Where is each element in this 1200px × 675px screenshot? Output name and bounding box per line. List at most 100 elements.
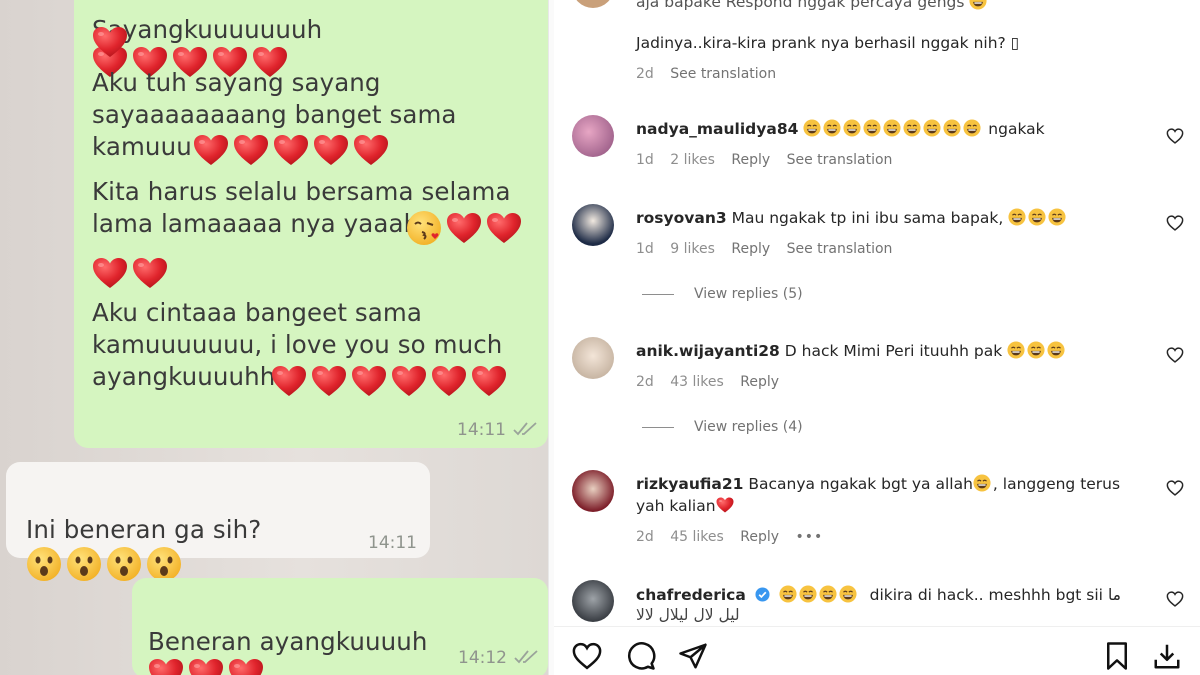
comment-text: ngakak — [988, 120, 1045, 138]
comment-meta: 1d 9 likes Reply See translation — [636, 241, 904, 257]
message-time: 14:11 — [457, 420, 506, 440]
comment-time: 2d — [636, 529, 654, 545]
share-icon[interactable] — [678, 641, 708, 671]
kiss-emoji — [406, 210, 442, 246]
comment-text-cut: aja bapake Respond nggak percaya gengs — [636, 0, 965, 11]
comment-likes[interactable]: 2 likes — [670, 152, 715, 168]
laughing-emoji — [1048, 208, 1066, 226]
comment-text: , langgeng terus — [992, 475, 1121, 493]
avatar[interactable] — [572, 337, 614, 379]
heart-emoji — [148, 658, 184, 675]
heart-emoji — [716, 496, 734, 514]
laughing-emoji — [1008, 208, 1026, 226]
heart-emoji — [351, 365, 387, 397]
laughing-emoji — [839, 585, 857, 603]
like-heart-icon[interactable] — [1166, 480, 1184, 496]
astonished-emoji — [66, 546, 102, 582]
view-replies-label: View replies (4) — [694, 419, 803, 435]
reply-button[interactable]: Reply — [740, 374, 779, 390]
more-options-button[interactable]: ••• — [796, 529, 824, 545]
comment-time: 2d — [636, 66, 654, 82]
reply-button[interactable]: Reply — [740, 529, 779, 545]
comment-text: D hack Mimi Peri ituuhh pak — [784, 342, 1003, 360]
like-heart-icon[interactable] — [1166, 215, 1184, 231]
message-time: 14:11 — [368, 533, 417, 553]
message-line: Beneran ayangkuuuuh — [148, 594, 427, 675]
heart-emoji — [92, 257, 128, 289]
laughing-emoji — [943, 119, 961, 137]
avatar[interactable] — [572, 204, 614, 246]
view-replies-button[interactable]: View replies (5) — [642, 286, 803, 302]
heart-emoji — [486, 212, 522, 244]
laughing-emoji — [1027, 341, 1045, 359]
comment-username[interactable]: rizkyaufia21 — [636, 475, 743, 493]
comment-text: yah kalian — [636, 497, 716, 515]
reply-button[interactable]: Reply — [731, 152, 770, 168]
heart-emoji — [193, 134, 229, 166]
message-text: Beneran ayangkuuuuh — [148, 627, 428, 656]
laughing-emoji — [819, 585, 837, 603]
heart-emoji — [271, 365, 307, 397]
avatar[interactable] — [572, 580, 614, 622]
laughing-emoji — [883, 119, 901, 137]
avatar[interactable] — [572, 470, 614, 512]
comment-text: Mau ngakak tp ini ibu sama bapak, — [731, 209, 1004, 227]
download-icon[interactable] — [1152, 641, 1182, 671]
bookmark-icon[interactable] — [1102, 641, 1132, 671]
like-heart-icon[interactable] — [1166, 347, 1184, 363]
comment-text: Jadinya..kira-kira prank nya berhasil ng… — [636, 34, 1020, 52]
astonished-emoji — [26, 546, 62, 582]
comment-icon[interactable] — [626, 641, 656, 671]
replies-divider-line — [642, 426, 674, 428]
emoji-row — [92, 26, 132, 58]
message-time: 14:12 — [458, 648, 507, 668]
comment-username[interactable]: rosyovan3 — [636, 209, 727, 227]
see-translation-link[interactable]: See translation — [670, 66, 776, 82]
replies-divider-line — [642, 293, 674, 295]
reply-button[interactable]: Reply — [731, 241, 770, 257]
emoji-row — [406, 210, 526, 246]
see-translation-link[interactable]: See translation — [787, 152, 893, 168]
emoji-row — [193, 134, 393, 166]
avatar[interactable] — [572, 115, 614, 157]
verified-badge-icon — [755, 587, 770, 602]
astonished-emoji — [106, 546, 142, 582]
heart-emoji — [391, 365, 427, 397]
avatar[interactable] — [572, 0, 614, 8]
like-heart-icon[interactable] — [1166, 591, 1184, 607]
comment-likes[interactable]: 43 likes — [670, 374, 724, 390]
comment-text: dikira di hack.. meshhh bgt sii — [869, 586, 1103, 604]
laughing-emoji — [803, 119, 821, 137]
see-translation-link[interactable]: See translation — [787, 241, 893, 257]
comment-line: rizkyaufia21 Bacanya ngakak bgt ya allah… — [636, 474, 1120, 493]
comment-meta: 2d See translation — [636, 66, 788, 82]
comment-likes[interactable]: 9 likes — [670, 241, 715, 257]
comment-username[interactable]: anik.wijayanti28 — [636, 342, 780, 360]
read-ticks-icon — [514, 650, 538, 664]
comment-text-cut: ليل لال ليلال لالا — [636, 606, 740, 624]
comment-meta: 1d 2 likes Reply See translation — [636, 152, 904, 168]
comment-likes[interactable]: 45 likes — [670, 529, 724, 545]
comment-username[interactable]: chafrederica — [636, 586, 746, 604]
view-replies-button[interactable]: View replies (4) — [642, 419, 803, 435]
laughing-emoji — [1028, 208, 1046, 226]
laughing-emoji — [823, 119, 841, 137]
laughing-emoji — [843, 119, 861, 137]
read-ticks-icon — [513, 422, 537, 436]
astonished-emoji — [146, 546, 182, 582]
chat-screenshot-panel: Sayangkuuuuuuuh Aku tuh sayang sayang sa… — [0, 0, 548, 675]
comment-text: Bacanya ngakak bgt ya allah — [748, 475, 973, 493]
comment-line: anik.wijayanti28 D hack Mimi Peri ituuhh… — [636, 341, 1067, 360]
comment-username[interactable]: nadya_maulidya84 — [636, 120, 798, 138]
emoji-row — [271, 365, 511, 397]
laughing-emoji — [903, 119, 921, 137]
comment-line: chafrederica dikira di hack.. meshhh bgt… — [636, 585, 1121, 604]
laughing-emoji — [799, 585, 817, 603]
heart-icon[interactable] — [572, 641, 602, 671]
like-heart-icon[interactable] — [1166, 128, 1184, 144]
heart-emoji — [311, 365, 347, 397]
heart-emoji — [313, 134, 349, 166]
laughing-emoji — [1047, 341, 1065, 359]
laughing-emoji — [923, 119, 941, 137]
comment-text-rtl: ما — [1107, 586, 1121, 604]
